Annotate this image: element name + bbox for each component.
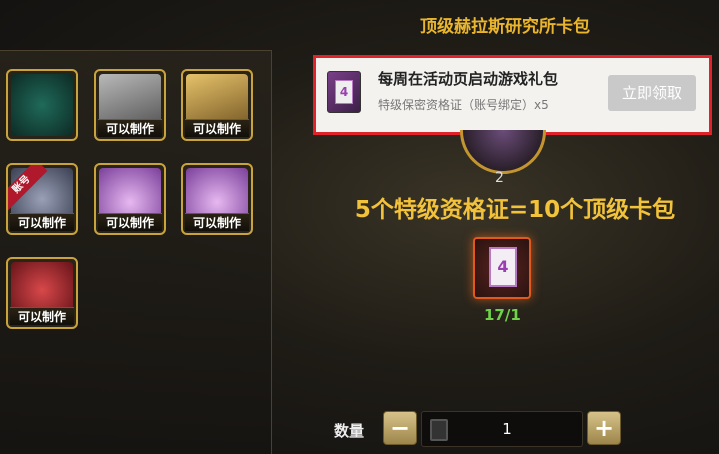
quantity-value: 1 [502, 420, 512, 438]
calculator-icon[interactable] [430, 419, 448, 441]
certificate-card-label: 4 [335, 80, 353, 104]
quantity-input[interactable]: 1 [421, 411, 583, 447]
item-art [11, 74, 73, 136]
notice-subtitle: 特级保密资格证（账号绑定）x5 [378, 98, 549, 112]
pack-count: 2 [495, 170, 504, 186]
item-slot-4[interactable]: 账号 可以制作 [6, 163, 78, 235]
craftable-tag: 可以制作 [98, 119, 162, 137]
craftable-tag: 可以制作 [10, 213, 74, 231]
item-slot-3[interactable]: 可以制作 [181, 69, 253, 141]
certificate-count: 17/1 [484, 306, 521, 324]
gift-notice: 4 每周在活动页启动游戏礼包 特级保密资格证（账号绑定）x5 立即领取 [313, 55, 712, 135]
item-slot-6[interactable]: 可以制作 [181, 163, 253, 235]
page-title: 顶级赫拉斯研究所卡包 [420, 17, 590, 37]
certificate-icon: 4 [327, 71, 361, 113]
craftable-tag: 可以制作 [185, 119, 249, 137]
item-slot-5[interactable]: 可以制作 [94, 163, 166, 235]
notice-title: 每周在活动页启动游戏礼包 [378, 70, 559, 88]
item-slot-7[interactable]: 可以制作 [6, 257, 78, 329]
craftable-tag: 可以制作 [10, 307, 74, 325]
decrease-button[interactable]: − [383, 411, 417, 445]
claim-button[interactable]: 立即领取 [608, 75, 696, 111]
item-slot-1[interactable] [6, 69, 78, 141]
quantity-label: 数量 [334, 422, 365, 440]
increase-button[interactable]: + [587, 411, 621, 445]
pack-emblem [460, 130, 546, 174]
certificate-slot[interactable]: 4 [473, 237, 531, 299]
item-slot-2[interactable]: 可以制作 [94, 69, 166, 141]
item-panel: 可以制作 可以制作 账号 可以制作 可以制作 可以制作 可以制作 [0, 50, 272, 454]
certificate-card-icon: 4 [489, 247, 517, 287]
exchange-formula: 5个特级资格证=10个顶级卡包 [354, 197, 676, 223]
craftable-tag: 可以制作 [185, 213, 249, 231]
craftable-tag: 可以制作 [98, 213, 162, 231]
